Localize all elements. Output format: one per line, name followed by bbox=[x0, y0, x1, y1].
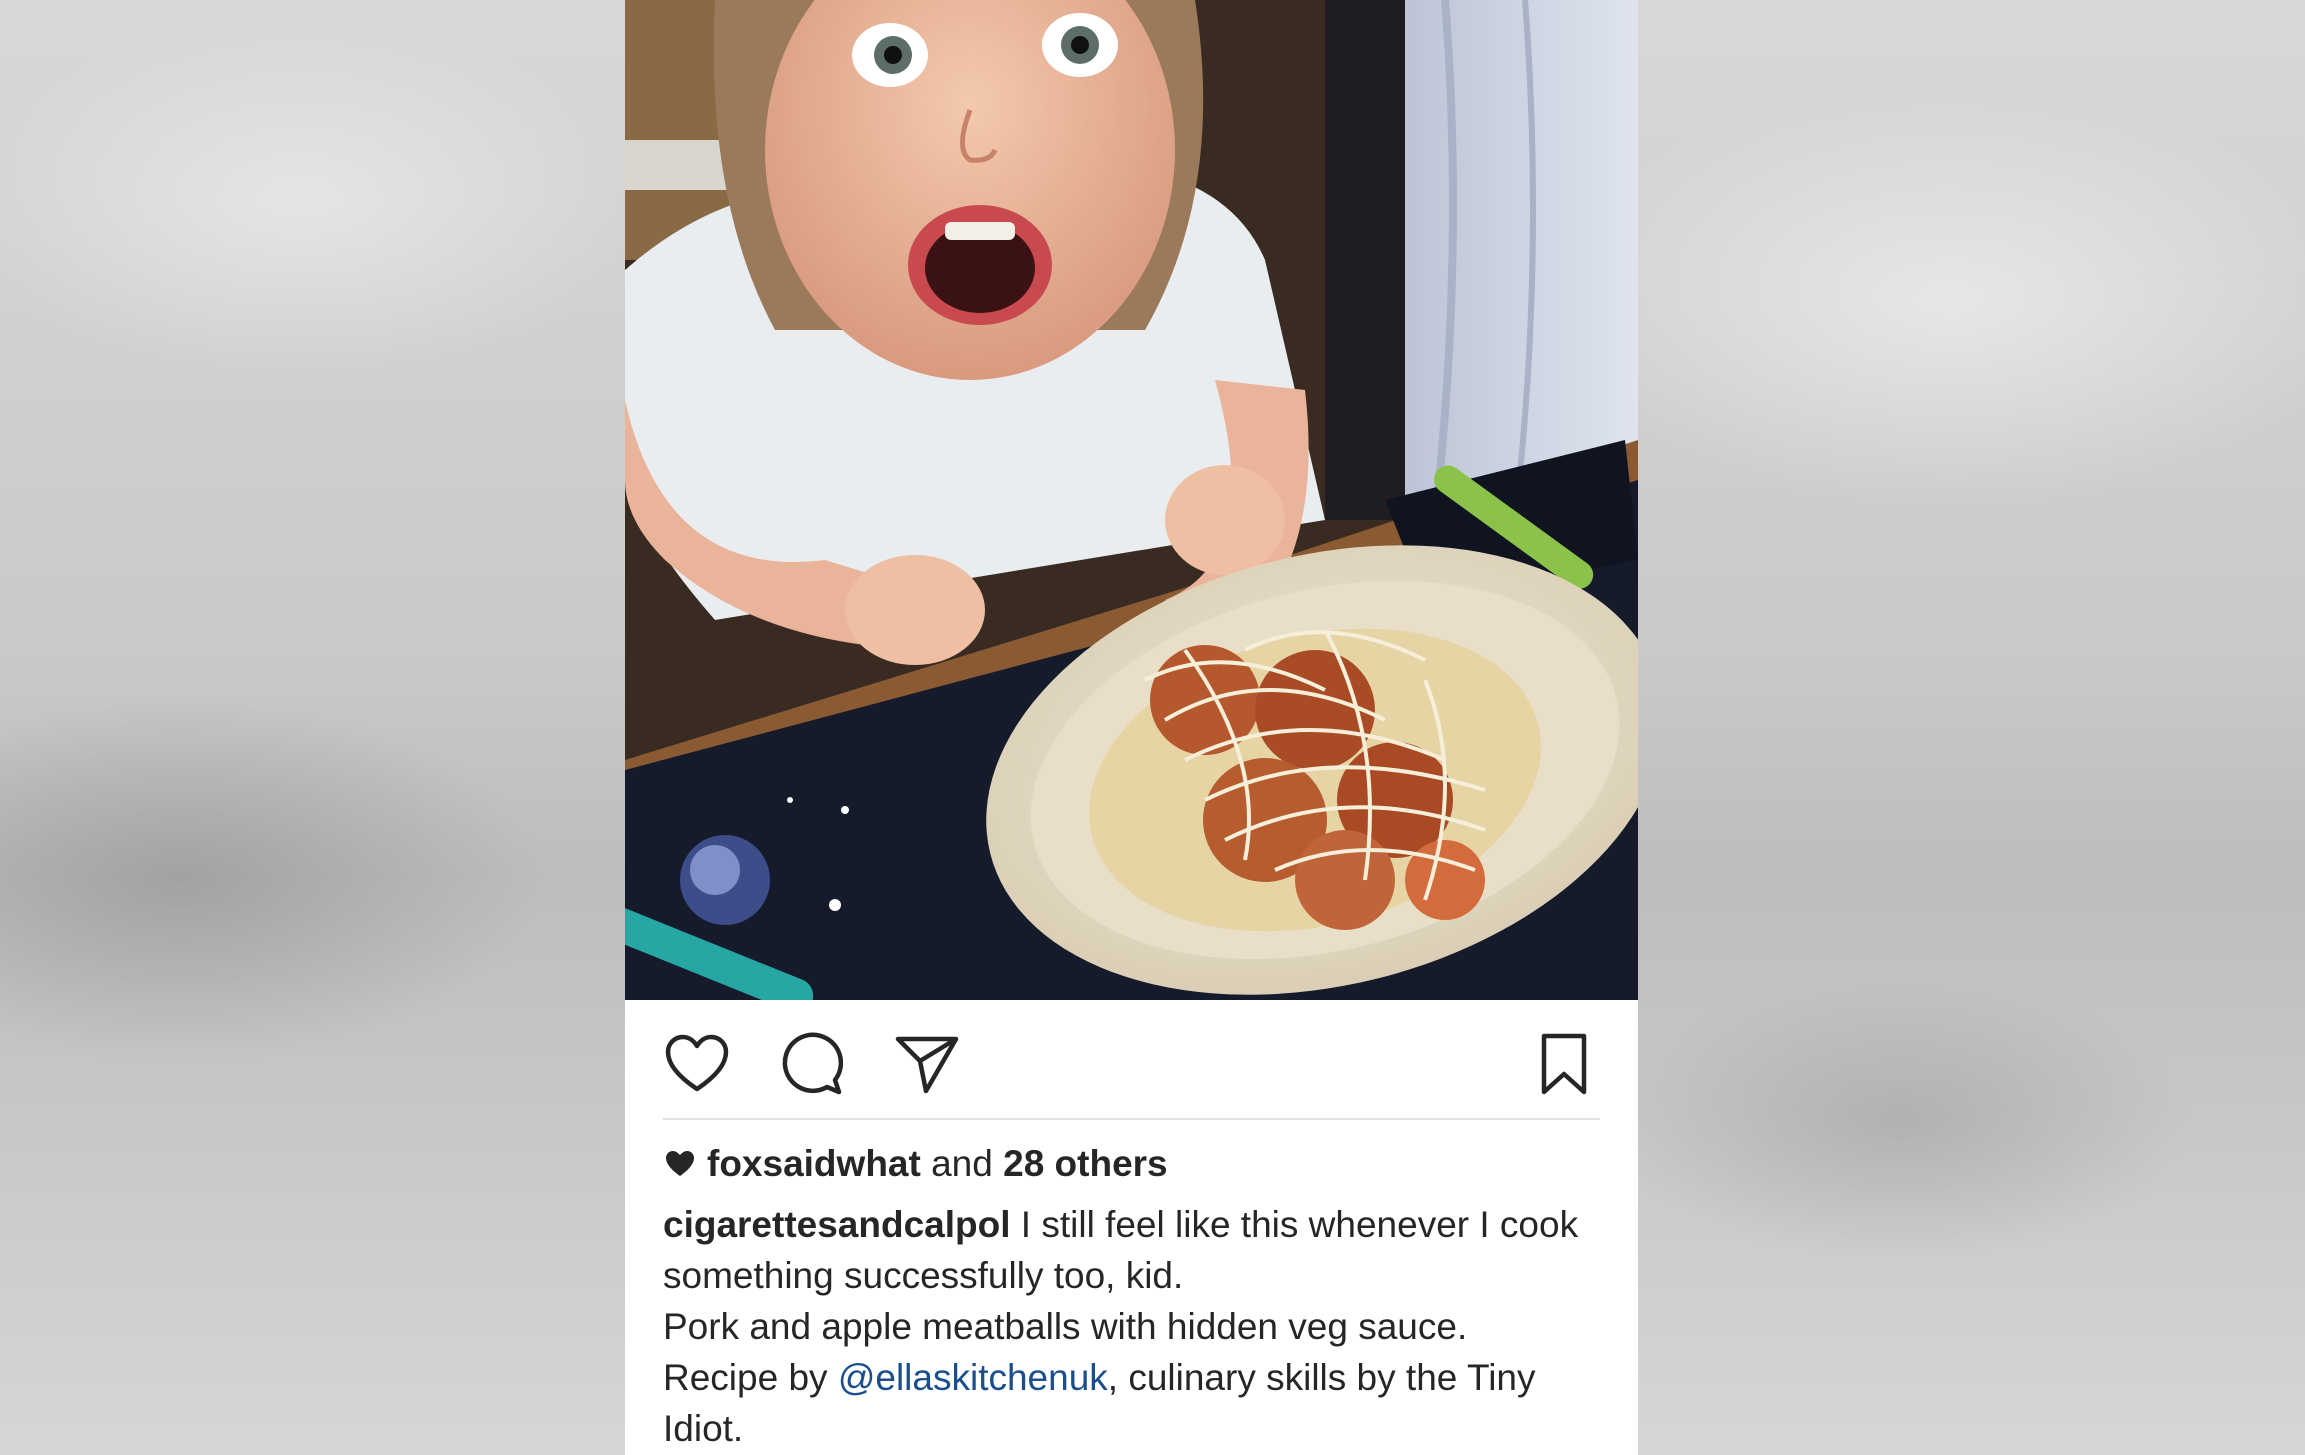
caption-author[interactable]: cigarettesandcalpol bbox=[663, 1204, 1011, 1245]
heart-outline-icon bbox=[665, 1034, 729, 1092]
like-button[interactable] bbox=[661, 1028, 733, 1100]
photo-illustration bbox=[625, 0, 1638, 1000]
mention-link[interactable]: @ellaskitchenuk bbox=[838, 1357, 1108, 1398]
instagram-post: foxsaidwhat and 28 others cigarettesandc… bbox=[625, 0, 1638, 1455]
caption-line-3: Recipe by @ellaskitchenuk, culinary skil… bbox=[663, 1352, 1603, 1454]
caption-line-2: Pork and apple meatballs with hidden veg… bbox=[663, 1306, 1468, 1347]
heart-filled-icon bbox=[666, 1151, 694, 1176]
comment-bubble-icon bbox=[782, 1032, 843, 1095]
save-button[interactable] bbox=[1528, 1028, 1600, 1100]
bookmark-icon bbox=[1541, 1033, 1587, 1095]
caption-recipe-prefix: Recipe by bbox=[663, 1357, 838, 1398]
post-photo[interactable] bbox=[625, 0, 1638, 1000]
caption-line-1: cigarettesandcalpol I still feel like th… bbox=[663, 1199, 1603, 1301]
action-bar bbox=[625, 1000, 1638, 1120]
comment-button[interactable] bbox=[775, 1028, 847, 1100]
share-button[interactable] bbox=[891, 1028, 963, 1100]
paper-plane-icon bbox=[895, 1036, 959, 1094]
divider bbox=[663, 1118, 1600, 1120]
likes-and-text: and bbox=[920, 1143, 1004, 1184]
liker-username[interactable]: foxsaidwhat bbox=[707, 1143, 921, 1185]
others-count[interactable]: 28 others bbox=[1003, 1143, 1168, 1185]
post-caption: cigarettesandcalpol I still feel like th… bbox=[663, 1199, 1603, 1454]
likes-summary[interactable]: foxsaidwhat and 28 others bbox=[665, 1143, 1168, 1185]
